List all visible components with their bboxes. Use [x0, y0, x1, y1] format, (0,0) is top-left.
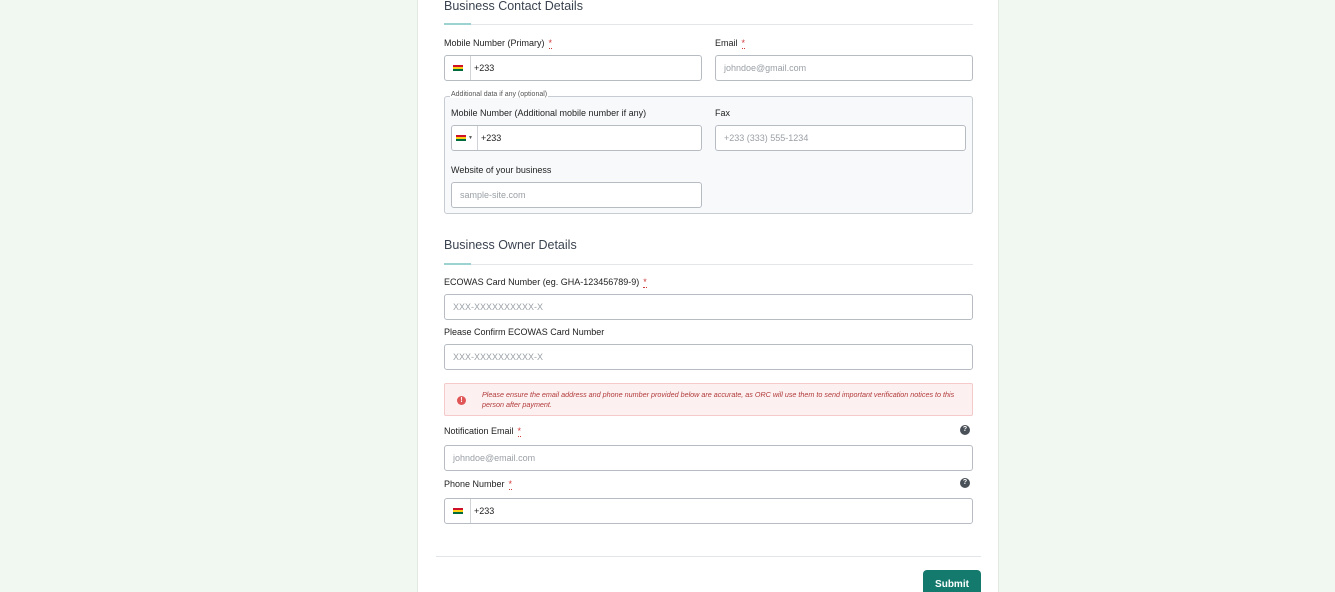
help-icon[interactable]: ?: [960, 425, 970, 435]
owner-section-title: Business Owner Details: [444, 238, 577, 252]
footer-divider: [436, 556, 981, 557]
notification-email-input[interactable]: johndoe@email.com: [444, 445, 973, 471]
required-marker: *: [548, 38, 553, 49]
fax-label: Fax: [715, 108, 731, 118]
ghana-flag-icon: [452, 64, 463, 72]
optional-data-legend: Additional data if any (optional): [450, 91, 549, 98]
contact-section-title: Business Contact Details: [444, 0, 583, 13]
phone-number-value: +233: [474, 506, 495, 516]
fax-placeholder: +233 (333) 555-1234: [724, 133, 809, 143]
required-marker: *: [741, 38, 746, 49]
chevron-down-icon: ▼: [468, 135, 473, 141]
country-code-selector[interactable]: ▼: [452, 126, 478, 150]
mobile-primary-value: +233: [474, 63, 495, 73]
website-label: Website of your business: [451, 165, 552, 175]
required-marker: *: [508, 479, 513, 490]
mobile-additional-value: +233: [481, 133, 502, 143]
ghana-flag-icon: [456, 134, 467, 142]
contact-section-accent: [444, 23, 471, 25]
alert-text: Please ensure the email address and phon…: [482, 390, 955, 409]
ecowas-placeholder: XXX-XXXXXXXXXX-X: [453, 302, 544, 312]
ghana-flag-icon: [452, 507, 463, 515]
required-marker: *: [643, 277, 647, 288]
fax-input[interactable]: +233 (333) 555-1234: [715, 125, 966, 151]
required-marker: *: [517, 426, 522, 437]
ecowas-label: ECOWAS Card Number (eg. GHA-123456789-9)…: [444, 277, 647, 288]
email-label: Email *: [715, 38, 746, 49]
email-input[interactable]: johndoe@gmail.com: [715, 55, 973, 81]
ecowas-confirm-placeholder: XXX-XXXXXXXXXX-X: [453, 352, 544, 362]
owner-section-divider: [444, 264, 973, 265]
website-input[interactable]: sample-site.com: [451, 182, 702, 208]
verification-alert: ! Please ensure the email address and ph…: [444, 383, 973, 416]
owner-section-accent: [444, 263, 471, 265]
country-code-selector[interactable]: [445, 499, 471, 523]
email-placeholder: johndoe@gmail.com: [724, 63, 807, 73]
contact-section-divider: [444, 24, 973, 25]
form-card: Business Contact Details Mobile Number (…: [417, 0, 999, 592]
ecowas-confirm-label: Please Confirm ECOWAS Card Number: [444, 327, 605, 337]
mobile-additional-input[interactable]: ▼ +233: [451, 125, 702, 151]
submit-button[interactable]: Submit: [923, 570, 981, 592]
ecowas-input[interactable]: XXX-XXXXXXXXXX-X: [444, 294, 973, 320]
notification-email-placeholder: johndoe@email.com: [453, 453, 536, 463]
ecowas-confirm-input[interactable]: XXX-XXXXXXXXXX-X: [444, 344, 973, 370]
phone-number-label: Phone Number *: [444, 479, 513, 490]
website-placeholder: sample-site.com: [460, 190, 526, 200]
alert-icon: !: [457, 396, 466, 405]
notification-email-label: Notification Email *: [444, 426, 522, 437]
phone-number-input[interactable]: +233: [444, 498, 973, 524]
country-code-selector[interactable]: [445, 56, 471, 80]
help-icon[interactable]: ?: [960, 478, 970, 488]
mobile-additional-label: Mobile Number (Additional mobile number …: [451, 108, 647, 118]
mobile-primary-input[interactable]: +233: [444, 55, 702, 81]
mobile-primary-label: Mobile Number (Primary) *: [444, 38, 553, 49]
